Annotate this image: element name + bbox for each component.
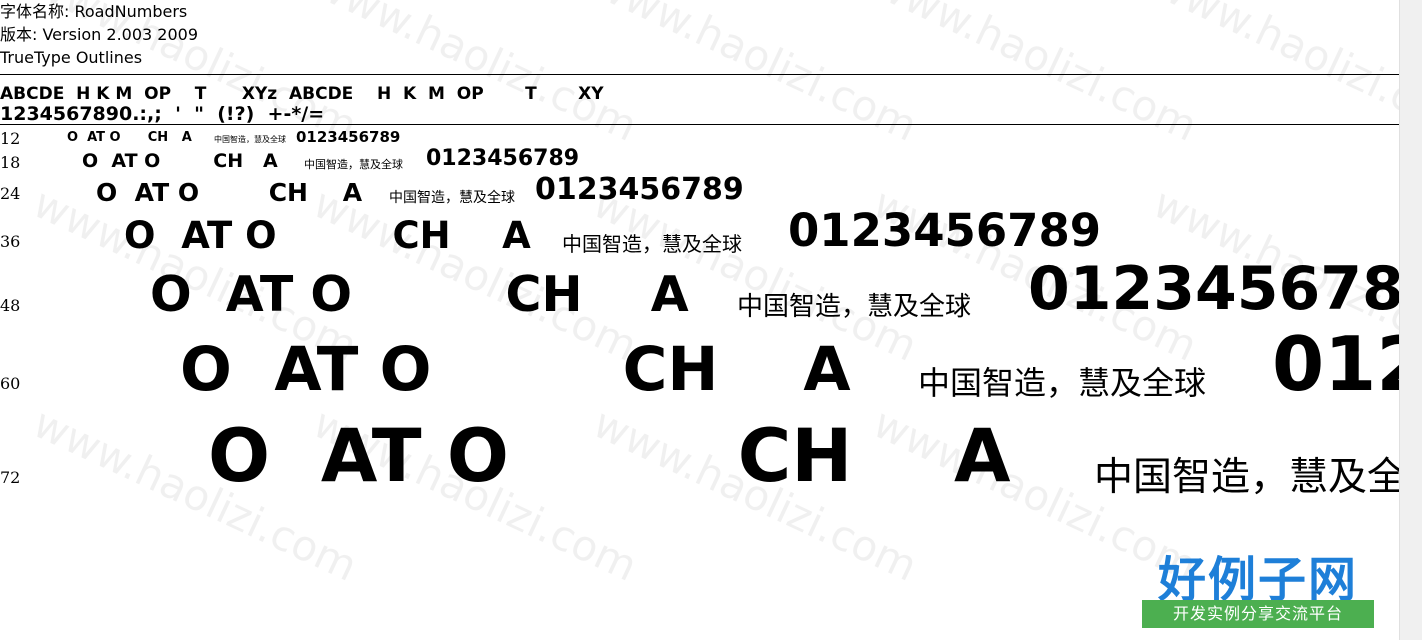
font-name-label: 字体名称: RoadNumbers [0, 2, 188, 21]
charset-line-letters: ABCDE H K M OP T XYz ABCDE H K M OP T XY [0, 84, 604, 104]
cjk-sample: 中国智造，慧及全球 [1094, 455, 1400, 500]
cjk-sample: 中国智造，慧及全球 [737, 292, 972, 322]
logo-subtitle: 开发实例分享交流平台 [1142, 600, 1374, 628]
vertical-scrollbar[interactable] [1399, 0, 1422, 640]
font-version-label: 版本: Version 2.003 2009 [0, 25, 199, 44]
size-label: 60 [0, 374, 21, 393]
latin-sample: O AT O CH A [124, 214, 531, 257]
sample-row-36: 36 O AT O CH A 中国智造，慧及全球 0123456789 [0, 204, 1400, 260]
latin-sample: O AT O CH A [82, 150, 278, 172]
sample-row-48: 48 O AT O CH A 中国智造，慧及全球 0123456789 [0, 254, 1400, 328]
charset-divider [0, 124, 1400, 125]
charset-line-digits-symbols: 1234567890.:,; ' " (!?) +-*/= [0, 103, 325, 125]
digits-sample: 0123456789 [426, 146, 580, 171]
size-label: 24 [0, 184, 21, 203]
latin-sample: O AT O CH A [96, 178, 363, 207]
font-preview-viewport: 字体名称: RoadNumbers 版本: Version 2.003 2009… [0, 0, 1400, 640]
size-label: 18 [0, 153, 21, 172]
size-label: 36 [0, 232, 21, 251]
digits-sample: 0123456789 [535, 172, 744, 207]
latin-sample: O AT O CH A [150, 266, 689, 323]
site-logo: 好例子网 开发实例分享交流平台 [1142, 540, 1374, 630]
latin-sample: O AT O CH A [180, 334, 851, 405]
cjk-sample: 中国智造，慧及全球 [214, 135, 286, 144]
digits-sample: 0123456789 [296, 128, 401, 146]
digits-sample: 0123456789 [1028, 254, 1400, 324]
digits-sample: 0123456789 [1272, 320, 1400, 408]
font-outline-type-label: TrueType Outlines [0, 48, 143, 67]
latin-sample: O AT O CH A [67, 130, 192, 145]
digits-sample: 0123456789 [788, 204, 1102, 257]
sample-row-12: 12 O AT O CH A 中国智造，慧及全球 0123456789 [0, 128, 1400, 148]
cjk-sample: 中国智造，慧及全球 [304, 158, 403, 171]
cjk-sample: 中国智造，慧及全球 [918, 364, 1207, 402]
sample-row-60: 60 O AT O CH A 中国智造，慧及全球 0123456789 [0, 320, 1400, 410]
latin-sample: O AT O CH A [208, 414, 1011, 499]
cjk-sample: 中国智造，慧及全球 [562, 232, 742, 256]
size-label: 48 [0, 296, 21, 315]
sample-row-72: 72 O AT O CH A 中国智造，慧及全球 [0, 410, 1400, 510]
size-label: 72 [0, 468, 21, 487]
header-divider [0, 74, 1400, 75]
